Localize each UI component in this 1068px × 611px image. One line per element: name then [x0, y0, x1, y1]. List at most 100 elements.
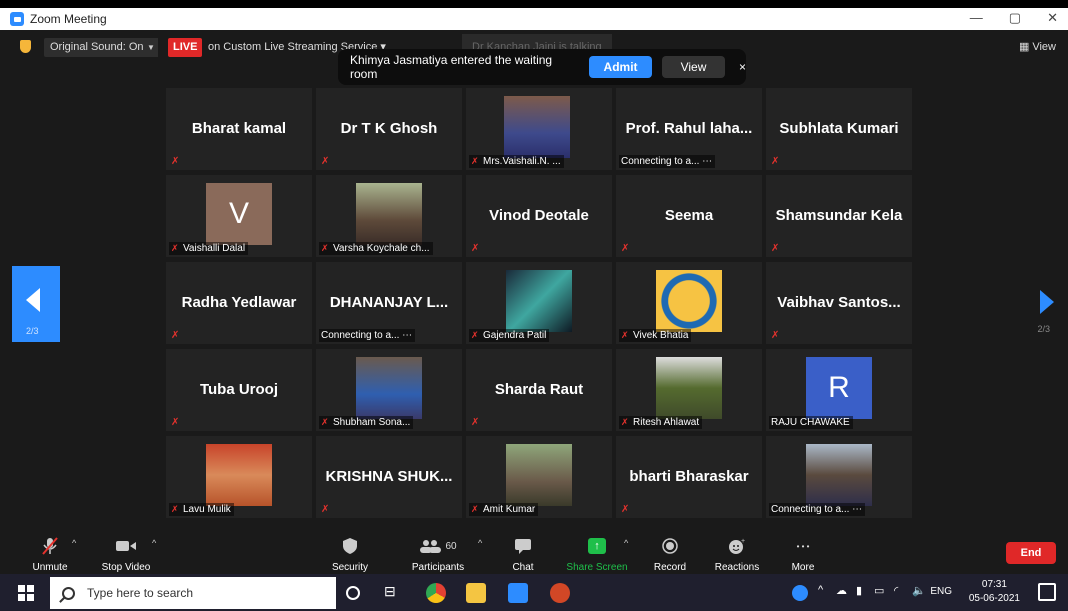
- view-button[interactable]: ▦ View: [1019, 38, 1056, 57]
- participant-tile[interactable]: ✗ Ritesh Ahlawat: [616, 349, 762, 431]
- participant-label-bar: Connecting to a... ⋯: [319, 329, 416, 342]
- audio-options-chevron-icon[interactable]: ^: [72, 538, 76, 548]
- restore-button[interactable]: ▢: [1009, 10, 1021, 26]
- participant-tile[interactable]: KRISHNA SHUK... ✗: [316, 436, 462, 518]
- participant-tile[interactable]: ✗ Shubham Sona...: [316, 349, 462, 431]
- participants-count: 60: [445, 540, 457, 552]
- battery-icon[interactable]: ▭: [874, 584, 884, 597]
- close-notification-button[interactable]: ×: [739, 60, 746, 74]
- participant-tile[interactable]: R RAJU CHAWAKE: [766, 349, 912, 431]
- original-sound-button[interactable]: Original Sound: On: [44, 38, 150, 57]
- taskbar-clock[interactable]: 07:31 05-06-2021: [969, 578, 1020, 606]
- muted-mic-icon: ✗: [471, 156, 479, 166]
- clock-date: 05-06-2021: [968, 593, 1020, 604]
- next-page-button[interactable]: [1040, 290, 1054, 316]
- shield-icon[interactable]: [20, 40, 31, 53]
- participant-label: Vaishalli Dalal: [183, 243, 246, 254]
- participant-tile[interactable]: Sharda Raut ✗: [466, 349, 612, 431]
- record-icon: [650, 536, 690, 556]
- language-indicator[interactable]: ENG: [930, 586, 952, 597]
- participant-video: [206, 444, 272, 506]
- participant-tile[interactable]: ✗ Mrs.Vaishali.N. ...: [466, 88, 612, 170]
- unmute-button[interactable]: Unmute: [30, 536, 70, 573]
- cloud-icon[interactable]: ☁: [836, 584, 847, 597]
- file-explorer-icon[interactable]: [466, 583, 486, 603]
- more-label: More: [791, 562, 815, 573]
- powerpoint-icon[interactable]: [550, 583, 570, 603]
- participant-tile[interactable]: Radha Yedlawar ✗: [166, 262, 312, 344]
- participant-tile[interactable]: Bharat kamal ✗: [166, 88, 312, 170]
- share-screen-icon-wrap: ↑: [566, 536, 628, 556]
- participant-tile[interactable]: bharti Bharaskar ✗: [616, 436, 762, 518]
- action-center-icon[interactable]: [1038, 583, 1056, 601]
- minimize-button[interactable]: —: [970, 10, 983, 26]
- tray-chevron-icon[interactable]: ^: [818, 584, 823, 596]
- muted-mic-icon: ✗: [321, 243, 329, 253]
- participants-chevron-icon[interactable]: ^: [478, 538, 482, 548]
- chevron-down-icon[interactable]: ▼: [144, 38, 158, 57]
- shield-icon: [330, 536, 370, 556]
- participant-tile[interactable]: Seema ✗: [616, 175, 762, 257]
- video-options-chevron-icon[interactable]: ^: [152, 538, 156, 548]
- participant-tile[interactable]: ✗ Lavu Mulik: [166, 436, 312, 518]
- search-placeholder: Type here to search: [87, 586, 194, 600]
- wifi-icon[interactable]: ◜: [894, 584, 898, 597]
- participant-label: Connecting to a... ⋯: [771, 504, 863, 515]
- end-meeting-button[interactable]: End: [1006, 542, 1056, 564]
- windows-start-icon[interactable]: [18, 585, 34, 601]
- participant-tile[interactable]: Shamsundar Kela ✗: [766, 175, 912, 257]
- participant-name: Vaibhav Santos...: [777, 294, 901, 311]
- participant-tile[interactable]: ✗ Gajendra Patil: [466, 262, 612, 344]
- participant-tile[interactable]: Vinod Deotale ✗: [466, 175, 612, 257]
- participant-label-bar: ✗ Gajendra Patil: [469, 329, 550, 342]
- admit-button[interactable]: Admit: [589, 56, 653, 78]
- taskbar-search-box[interactable]: Type here to search: [50, 577, 336, 609]
- speaker-icon[interactable]: 🔈: [912, 584, 926, 597]
- live-badge[interactable]: LIVE: [168, 38, 203, 57]
- previous-page-button[interactable]: 2/3: [12, 266, 60, 342]
- participant-tile[interactable]: Vaibhav Santos... ✗: [766, 262, 912, 344]
- participant-video: [356, 357, 422, 419]
- participant-tile[interactable]: Prof. Rahul laha... Connecting to a... ⋯: [616, 88, 762, 170]
- waiting-room-message: Khimya Jasmatiya entered the waiting roo…: [350, 53, 553, 81]
- zoom-taskbar-icon[interactable]: [508, 583, 528, 603]
- unmute-label: Unmute: [32, 562, 68, 573]
- participant-tile[interactable]: Connecting to a... ⋯: [766, 436, 912, 518]
- participant-tile[interactable]: DHANANJAY L... Connecting to a... ⋯: [316, 262, 462, 344]
- muted-mic-icon: ✗: [771, 243, 780, 254]
- participant-tile[interactable]: Dr T K Ghosh ✗: [316, 88, 462, 170]
- participant-tile[interactable]: Tuba Urooj ✗: [166, 349, 312, 431]
- participant-tile[interactable]: ✗ Vivek Bhatia: [616, 262, 762, 344]
- participant-label-bar: ✗ Lavu Mulik: [169, 503, 234, 516]
- participant-name: Sharda Raut: [494, 381, 584, 398]
- share-options-chevron-icon[interactable]: ^: [624, 538, 628, 548]
- view-waiting-room-button[interactable]: View: [662, 56, 725, 78]
- stop-video-label: Stop Video: [101, 562, 151, 573]
- muted-mic-icon: ✗: [171, 417, 180, 428]
- chrome-icon[interactable]: [426, 583, 446, 603]
- share-screen-button[interactable]: ↑ Share Screen: [566, 536, 628, 573]
- muted-mic-icon: ✗: [621, 417, 629, 427]
- reactions-button[interactable]: + Reactions: [710, 536, 764, 573]
- participant-tile[interactable]: ✗ Amit Kumar: [466, 436, 612, 518]
- usb-icon[interactable]: ▮: [856, 584, 862, 597]
- cortana-icon[interactable]: [346, 586, 360, 600]
- participants-button[interactable]: 60 Participants: [408, 536, 468, 573]
- record-button[interactable]: Record: [650, 536, 690, 573]
- more-button[interactable]: • • • More: [788, 536, 818, 574]
- task-view-icon[interactable]: ⊟: [384, 583, 404, 603]
- close-button[interactable]: ✕: [1047, 10, 1058, 26]
- muted-mic-icon: ✗: [171, 330, 180, 341]
- participant-tile[interactable]: Subhlata Kumari ✗: [766, 88, 912, 170]
- security-button[interactable]: Security: [330, 536, 370, 573]
- chat-button[interactable]: Chat: [506, 536, 540, 573]
- participant-tile[interactable]: V ✗ Vaishalli Dalal: [166, 175, 312, 257]
- participant-label-bar: RAJU CHAWAKE: [769, 416, 853, 429]
- stop-video-button[interactable]: Stop Video: [98, 536, 154, 573]
- participant-name: Radha Yedlawar: [181, 294, 297, 311]
- muted-mic-icon: ✗: [471, 417, 480, 428]
- participant-avatar-letter: R: [806, 357, 872, 419]
- participant-tile[interactable]: ✗ Varsha Koychale ch...: [316, 175, 462, 257]
- help-icon[interactable]: [792, 585, 808, 601]
- participant-label-bar: Connecting to a... ⋯: [769, 503, 866, 516]
